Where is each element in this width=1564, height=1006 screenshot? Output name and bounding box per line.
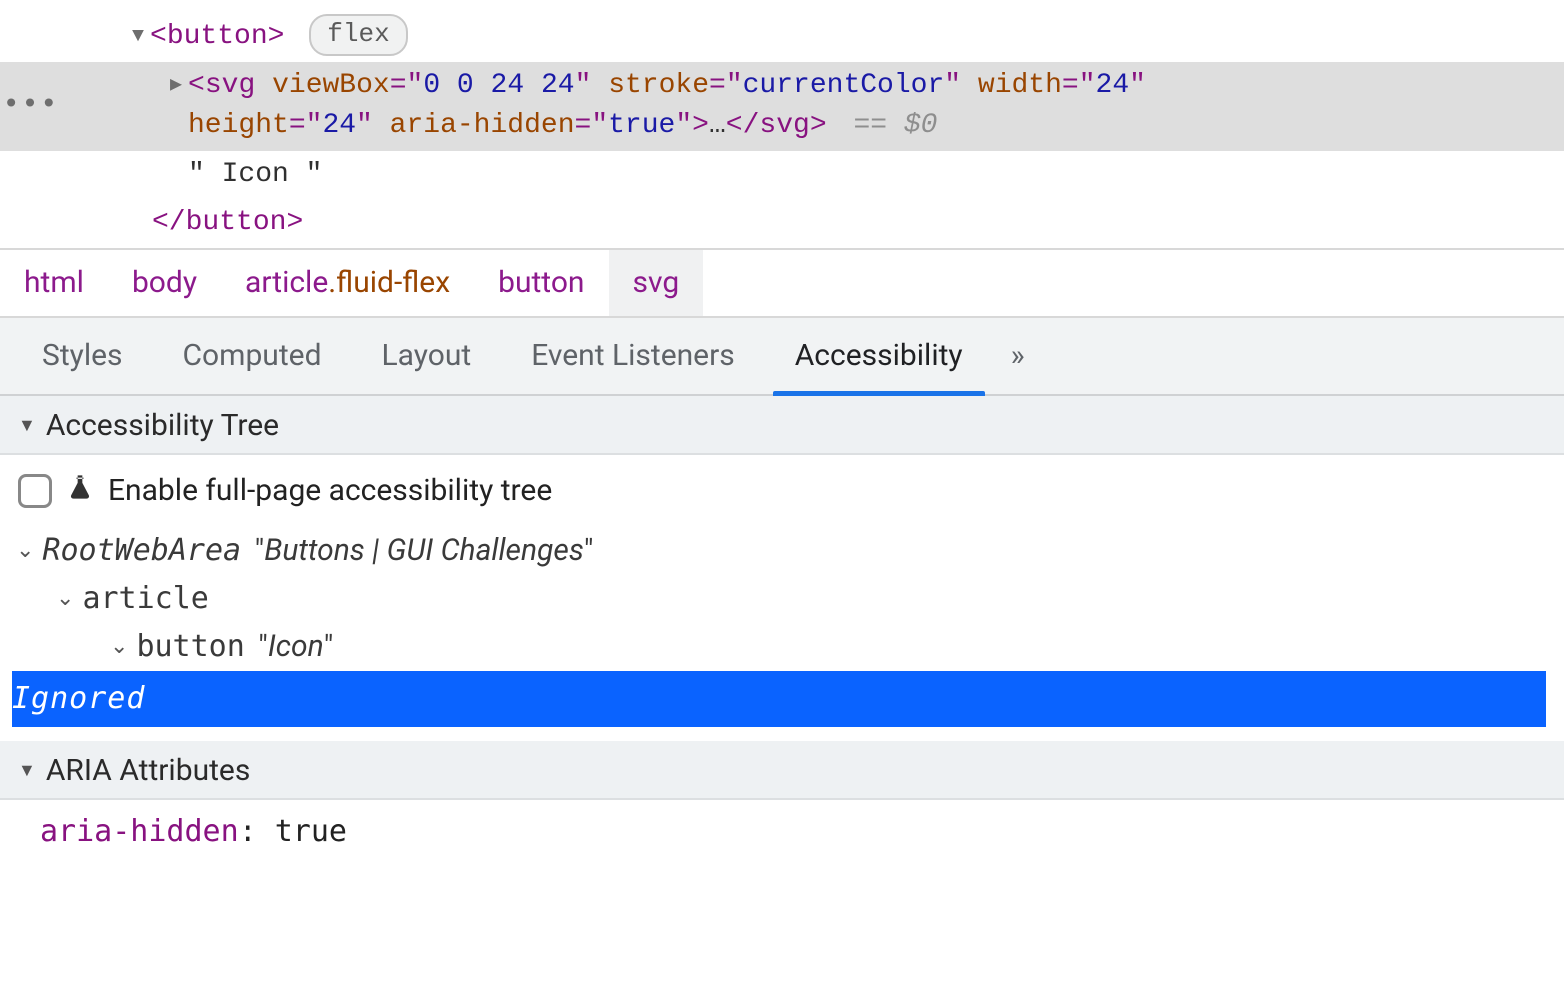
disclosure-caret-down-icon: ⌄ — [16, 533, 34, 568]
dom-node-button-close[interactable]: </button> — [0, 199, 1564, 248]
tag-name: button — [186, 207, 287, 238]
breadcrumb-item-html[interactable]: html — [0, 250, 108, 316]
attr-name: height — [188, 110, 289, 141]
disclosure-triangle-down-icon[interactable]: ▼ — [132, 22, 144, 51]
attr-value: currentColor — [743, 70, 945, 101]
section-title: Accessibility Tree — [46, 408, 279, 443]
section-header-aria-attributes[interactable]: ▼ ARIA Attributes — [0, 741, 1564, 800]
breadcrumb-item-body[interactable]: body — [108, 250, 221, 316]
attr-value: 24 — [1096, 70, 1130, 101]
disclosure-caret-down-icon: ⌄ — [56, 581, 74, 616]
attr-value: 0 0 24 24 — [423, 70, 574, 101]
ax-name: Icon — [268, 629, 324, 664]
tab-computed[interactable]: Computed — [153, 318, 352, 394]
breadcrumb-item-svg[interactable]: svg — [609, 250, 704, 316]
sidebar-tabs: Styles Computed Layout Event Listeners A… — [0, 318, 1564, 396]
experiment-flask-icon — [66, 473, 94, 509]
enable-full-page-tree-label: Enable full-page accessibility tree — [108, 473, 552, 508]
attr-name: viewBox — [272, 70, 390, 101]
dom-text-node[interactable]: " Icon " — [0, 151, 1564, 200]
tab-accessibility[interactable]: Accessibility — [765, 318, 993, 394]
tab-layout[interactable]: Layout — [352, 318, 502, 394]
attr-name: aria-hidden — [390, 110, 575, 141]
section-title: ARIA Attributes — [46, 753, 251, 788]
ax-role: RootWebArea — [42, 527, 241, 575]
tab-styles[interactable]: Styles — [12, 318, 153, 394]
breadcrumb-item-article[interactable]: article.fluid-flex — [221, 250, 474, 316]
flex-badge[interactable]: flex — [309, 14, 407, 56]
ax-tree-ignored-selected[interactable]: Ignored — [12, 671, 1546, 727]
enable-full-page-tree-row: Enable full-page accessibility tree — [18, 473, 1546, 509]
tag-name: svg — [759, 110, 809, 141]
aria-attr-name: aria-hidden — [40, 814, 239, 849]
attr-name: stroke — [608, 70, 709, 101]
disclosure-triangle-down-icon: ▼ — [18, 760, 36, 781]
ax-name: Buttons | GUI Challenges — [264, 533, 584, 568]
gutter-actions-icon[interactable]: ••• — [3, 86, 59, 127]
console-ref: == $0 — [853, 110, 937, 141]
ax-tree-root[interactable]: ⌄ RootWebArea "Buttons | GUI Challenges" — [12, 527, 1546, 575]
enable-full-page-tree-checkbox[interactable] — [18, 474, 52, 508]
attr-value: true — [608, 110, 675, 141]
dom-node-svg-selected[interactable]: ••• ▶<svg viewBox="0 0 24 24" stroke="cu… — [0, 62, 1564, 151]
text-node: " Icon " — [170, 159, 322, 190]
tab-event-listeners[interactable]: Event Listeners — [501, 318, 765, 394]
ax-tree-button[interactable]: ⌄ button "Icon" — [12, 623, 1546, 671]
dom-ellipsis[interactable]: … — [709, 110, 726, 141]
tag-name: button — [167, 21, 268, 52]
ax-role: article — [82, 575, 208, 623]
disclosure-triangle-down-icon: ▼ — [18, 415, 36, 436]
section-header-accessibility-tree[interactable]: ▼ Accessibility Tree — [0, 396, 1564, 455]
attr-value: 24 — [322, 110, 356, 141]
ax-tree-article[interactable]: ⌄ article — [12, 575, 1546, 623]
ax-ignored-label: Ignored — [12, 675, 145, 723]
dom-node-button-open[interactable]: ▼<button> flex — [0, 10, 1564, 62]
tag-name: svg — [205, 70, 255, 101]
tabs-overflow-icon[interactable]: » — [993, 338, 1039, 373]
disclosure-caret-down-icon: ⌄ — [110, 629, 128, 664]
attr-name: width — [978, 70, 1062, 101]
aria-attr-value: true — [275, 814, 347, 849]
disclosure-triangle-right-icon[interactable]: ▶ — [170, 71, 182, 100]
dom-tree-panel: ▼<button> flex ••• ▶<svg viewBox="0 0 24… — [0, 0, 1564, 248]
breadcrumb: html body article.fluid-flex button svg — [0, 248, 1564, 318]
ax-role: button — [136, 623, 244, 671]
accessibility-tree-body: Enable full-page accessibility tree ⌄ Ro… — [0, 455, 1564, 741]
breadcrumb-item-button[interactable]: button — [474, 250, 608, 316]
aria-attributes-body: aria-hidden: true — [0, 800, 1564, 865]
